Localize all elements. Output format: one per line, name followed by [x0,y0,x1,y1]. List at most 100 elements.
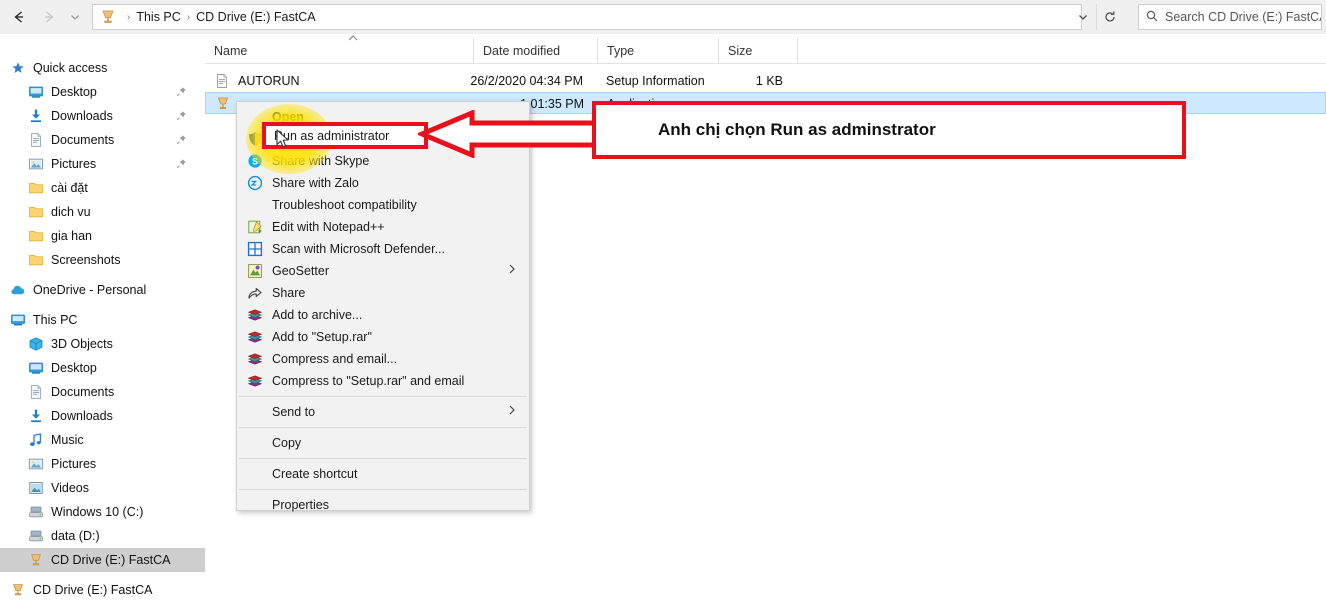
sidebar-item-cd-drive-e-fastca[interactable]: CD Drive (E:) FastCA [0,578,205,602]
sidebar-item-3d-objects[interactable]: 3D Objects [0,332,205,356]
downloads-icon [28,108,44,124]
column-header-type[interactable]: Type [597,38,718,64]
menu-item-edit-with-notepad[interactable]: Edit with Notepad++ [237,216,529,238]
sidebar-item-desktop[interactable]: Desktop [0,356,205,380]
menu-item-send-to[interactable]: Send to [237,401,529,423]
star-icon [10,60,26,76]
menu-item-share-with-zalo[interactable]: Share with Zalo [237,172,529,194]
sidebar-item-screenshots[interactable]: Screenshots [0,248,205,272]
sidebar-item-downloads[interactable]: Downloads [0,404,205,428]
sidebar-item-pictures[interactable]: Pictures [0,452,205,476]
sidebar-item-label: dich vu [51,205,91,219]
pictures-icon [28,456,44,472]
column-header-name[interactable]: Name [205,35,473,64]
cd-drive-icon [99,8,117,26]
column-headers: Name Date modified Type Size [205,35,1326,64]
pin-icon[interactable] [176,134,187,145]
recent-locations-chevron-down-icon[interactable] [64,2,86,32]
sidebar-item-downloads[interactable]: Downloads [0,104,205,128]
menu-item-add-to-setup-rar[interactable]: Add to "Setup.rar" [237,326,529,348]
sidebar-item-quick-access[interactable]: Quick access [0,56,205,80]
menu-item-label: Add to archive... [272,308,363,322]
breadcrumb-item-cd-drive[interactable]: CD Drive (E:) FastCA [196,10,315,24]
pin-icon[interactable] [176,158,187,169]
menu-item-compress-to-setup-rar-and-email[interactable]: Compress to "Setup.rar" and email [237,370,529,392]
menu-item-label: Send to [272,405,316,419]
caret-up-icon [347,34,359,44]
sidebar-item-label: Videos [51,481,89,495]
annotation-note-text: Anh chị chọn Run as adminstrator [658,120,936,139]
back-icon[interactable] [4,2,34,32]
navigation-sidebar[interactable]: Quick access Desktop Downloads Documents Pic… [0,34,205,604]
search-placeholder: Search CD Drive (E:) FastCA [1165,10,1322,24]
mouse-cursor-icon [276,129,292,151]
table-row[interactable]: AUTORUN 26/2/2020 04:34 PM Setup Informa… [205,70,1326,92]
sidebar-item-label: Desktop [51,361,97,375]
column-header-date-label: Date modified [483,44,561,58]
sidebar-item-documents[interactable]: Documents [0,380,205,404]
breadcrumb[interactable]: › This PC › CD Drive (E:) FastCA [92,4,1082,30]
folder-icon [28,252,44,268]
sidebar-item-label: data (D:) [51,529,100,543]
menu-item-label: Share with Skype [272,154,370,168]
address-chevron-down-icon[interactable] [1070,4,1096,30]
desktop-icon [28,360,44,376]
sidebar-item-windows-10-c[interactable]: Windows 10 (C:) [0,500,205,524]
sidebar-item-music[interactable]: Music [0,428,205,452]
defender-icon [247,241,263,257]
column-header-date-modified[interactable]: Date modified [473,38,597,64]
sidebar-item-label: cài đặt [51,181,88,195]
setup-information-icon [214,73,230,89]
svg-text:S: S [252,157,258,167]
share-icon [247,285,263,301]
pin-icon[interactable] [176,110,187,121]
sidebar-item-this-pc[interactable]: This PC [0,308,205,332]
sidebar-item-videos[interactable]: Videos [0,476,205,500]
sidebar-item-c-i-t[interactable]: cài đặt [0,176,205,200]
sidebar-item-label: Pictures [51,157,97,171]
chevron-right-icon [507,262,517,279]
sidebar-item-pictures[interactable]: Pictures [0,152,205,176]
3d-objects-icon [28,336,44,352]
sidebar-item-label: Quick access [33,61,108,75]
search-input[interactable]: Search CD Drive (E:) FastCA [1138,4,1322,30]
sidebar-item-label: Documents [51,133,115,147]
file-date-cell: 26/2/2020 04:34 PM [470,74,583,88]
column-header-size[interactable]: Size [718,38,797,64]
application-icon [215,96,231,112]
refresh-icon[interactable] [1096,4,1122,30]
sidebar-item-desktop[interactable]: Desktop [0,80,205,104]
menu-item-add-to-archive[interactable]: Add to archive... [237,304,529,326]
sidebar-item-data-d[interactable]: data (D:) [0,524,205,548]
column-header-spacer [797,38,817,64]
file-explorer-window: › This PC › CD Drive (E:) FastCA Search … [0,0,1326,604]
sidebar-item-documents[interactable]: Documents [0,128,205,152]
sidebar-item-label: OneDrive - Personal [33,283,147,297]
sidebar-item-label: Windows 10 (C:) [51,505,144,519]
menu-item-properties[interactable]: Properties [237,494,529,516]
hard-drive-icon [28,528,44,544]
sidebar-item-gia-han[interactable]: gia han [0,224,205,248]
menu-separator [239,427,527,428]
context-menu[interactable]: OpenRun as administratorSShare with Skyp… [236,101,530,512]
menu-item-create-shortcut[interactable]: Create shortcut [237,463,529,485]
cd-drive-icon [28,552,44,568]
downloads-icon [28,408,44,424]
menu-item-label: Compress and email... [272,352,398,366]
sidebar-item-cd-drive-e-fastca[interactable]: CD Drive (E:) FastCA [0,548,205,572]
breadcrumb-separator: › [127,11,131,23]
sidebar-item-label: Downloads [51,409,113,423]
menu-item-troubleshoot-compatibility[interactable]: Troubleshoot compatibility [237,194,529,216]
menu-item-compress-and-email[interactable]: Compress and email... [237,348,529,370]
skype-icon: S [247,153,263,169]
sidebar-item-dich-vu[interactable]: dich vu [0,200,205,224]
menu-item-share[interactable]: Share [237,282,529,304]
menu-item-label: Compress to "Setup.rar" and email [272,374,465,388]
menu-separator [239,489,527,490]
menu-item-scan-with-microsoft-defender[interactable]: Scan with Microsoft Defender... [237,238,529,260]
sidebar-item-onedrive-personal[interactable]: OneDrive - Personal [0,278,205,302]
breadcrumb-item-this-pc[interactable]: This PC [136,10,180,24]
menu-item-copy[interactable]: Copy [237,432,529,454]
pin-icon[interactable] [176,86,187,97]
menu-item-geosetter[interactable]: GeoSetter [237,260,529,282]
